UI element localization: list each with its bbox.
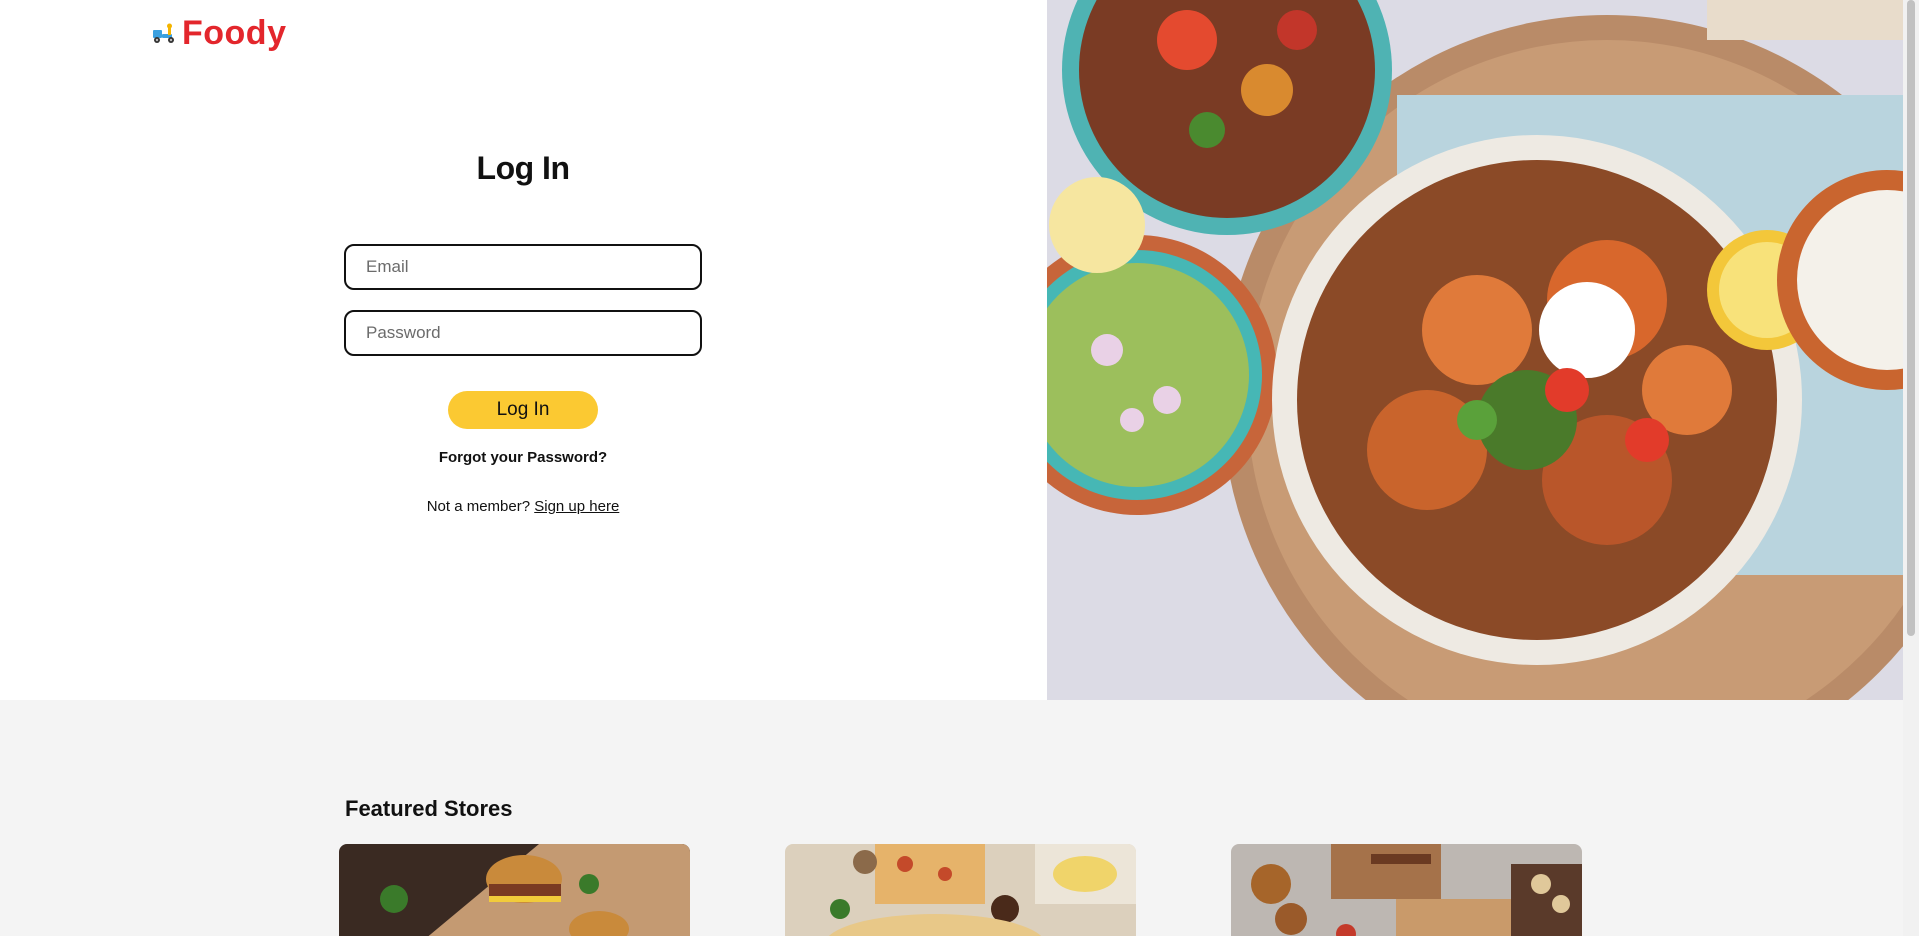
featured-stores-section: Featured Stores	[0, 700, 1903, 936]
featured-stores-title: Featured Stores	[345, 796, 513, 821]
store-card[interactable]	[785, 844, 1136, 936]
hero-section: Foody Log In Log In Forgot your Password…	[0, 0, 1919, 700]
password-field[interactable]	[344, 310, 702, 356]
brand-logo[interactable]: Foody	[152, 14, 286, 53]
signup-prompt: Not a member? Sign up here	[344, 498, 702, 515]
member-prompt-text: Not a member?	[426, 498, 531, 515]
pizza-photo	[785, 844, 1136, 936]
store-card[interactable]	[1231, 844, 1582, 936]
scrollbar-thumb[interactable]	[1907, 0, 1915, 636]
page-title: Log In	[476, 150, 570, 186]
email-field[interactable]	[344, 244, 702, 290]
delivery-scooter-icon	[153, 23, 174, 43]
page-scrollbar[interactable]	[1903, 0, 1919, 936]
brand-name: Foody	[182, 14, 287, 52]
signup-link[interactable]: Sign up here	[534, 498, 619, 515]
hero-image	[1047, 0, 1903, 700]
platter-photo	[1231, 844, 1582, 936]
login-button[interactable]: Log In	[448, 391, 598, 429]
food-bowl-photo	[1047, 0, 1903, 700]
forgot-password-link[interactable]: Forgot your Password?	[344, 449, 702, 466]
store-card[interactable]	[339, 844, 690, 936]
login-panel: Foody Log In Log In Forgot your Password…	[0, 0, 1047, 700]
burger-photo	[339, 844, 690, 936]
